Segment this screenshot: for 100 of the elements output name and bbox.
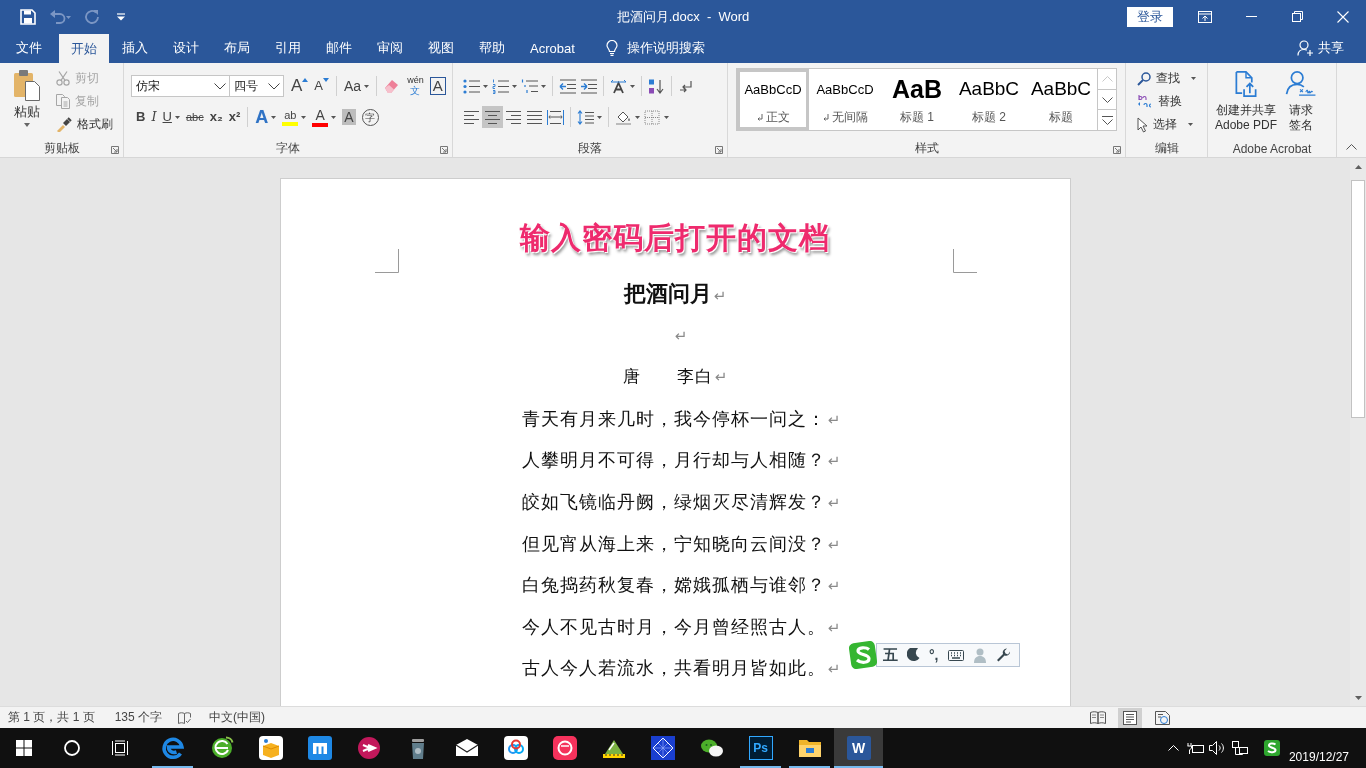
superscript-button[interactable]: x² [225,106,244,128]
taskbar-app-button[interactable]: W [834,728,883,768]
paragraph-mark: ↵ [827,660,841,679]
group-label: 剪贴板 [43,140,80,157]
caret-icon [1188,123,1193,126]
change-case-button[interactable]: Aa [341,75,373,97]
dialog-launcher-button[interactable] [1112,145,1122,155]
underline-button[interactable]: U [159,106,183,128]
font-name-field[interactable]: 仿宋 [131,75,230,97]
ime-logo-icon[interactable] [849,641,877,669]
camera-tile-icon [552,736,577,760]
ribbon-tab[interactable]: 帮助 [467,33,517,63]
paste-button[interactable]: 粘贴 [4,63,50,133]
request-signature-button[interactable]: 请求 签名 [1282,63,1321,133]
corner-mark [952,249,977,273]
app-logo-tile: Ps [748,736,773,760]
paragraph-mark: ↵ [827,452,841,471]
ribbon-tab[interactable]: 引用 [263,33,313,63]
select-button[interactable]: 选择 [1134,113,1199,136]
paragraph-mark: ↵ [827,577,841,596]
strikethrough-button[interactable]: abc [182,106,207,128]
character-shading-button[interactable]: A [339,106,359,128]
wrench-icon[interactable] [995,647,1011,663]
scrollbar-thumb[interactable] [1351,180,1365,418]
caret-icon [630,84,635,88]
caret-down-icon [1354,695,1362,700]
clock-date[interactable]: 2019/12/27 [1288,750,1349,764]
body-style-item[interactable]: AaBbCcD 正文 [737,69,809,130]
format-painter-button[interactable]: 格式刷 [53,113,116,136]
dialog-launcher-button[interactable] [110,145,120,155]
restore-icon [1291,11,1303,22]
chevron-up-icon [1346,144,1357,150]
share-button[interactable]: 共享 [1297,33,1344,63]
ribbon-tab[interactable]: 布局 [212,33,262,63]
ribbon-tab[interactable]: Acrobat [518,33,587,63]
battery-plug-icon [1186,741,1205,755]
ribbon-tab[interactable]: 审阅 [365,33,415,63]
launcher-icon [1113,146,1121,154]
keyboard-icon[interactable] [947,649,964,661]
text-effects-button[interactable]: A [252,106,280,128]
ribbon-tab[interactable]: 插入 [110,33,160,63]
proofing-button[interactable] [178,711,192,724]
chevron-up-icon [1168,745,1180,751]
bold-button[interactable]: B [133,106,149,128]
ribbon-tab[interactable]: 文件 [0,33,58,63]
punctuation-toggle[interactable]: °, [929,647,939,663]
poem-line: 今人不见古时月，今月曾经照古人。 [521,615,826,637]
person-add-icon [1297,40,1313,56]
shrink-font-button[interactable]: A [311,75,332,97]
replace-button[interactable]: 替换 [1134,90,1199,113]
font-size-field[interactable]: 四号 [229,75,284,97]
dialog-launcher-button[interactable] [439,145,449,155]
subscript-button[interactable]: x₂ [206,106,226,128]
distribute-icon [547,109,564,125]
box-icon [258,736,283,760]
font-color-button[interactable]: A [309,106,340,128]
italic-button[interactable]: I [148,106,160,128]
multilevel-list-icon [521,78,538,94]
align-center-button[interactable] [482,106,503,128]
running-indicator [834,766,883,768]
print-layout-button[interactable] [1118,707,1142,728]
borders-icon [644,109,661,125]
windows-logo-icon [16,740,32,756]
grow-font-button[interactable]: A [288,75,312,97]
document-title: 把酒问月 [623,281,712,306]
launcher-icon [111,146,119,154]
redo-icon [84,8,100,25]
page-count[interactable]: 第 1 页，共 1 页 [8,709,95,726]
customize-caret-icon [116,12,126,21]
heading-1-style-item[interactable]: AaB 标题 1 [881,69,953,130]
moon-icon[interactable] [907,648,920,662]
paragraph-mark-icon [756,114,763,121]
heading-2-style-item[interactable]: AaBbC 标题 2 [953,69,1025,130]
language-indicator[interactable]: 中文(中国) [209,709,266,726]
scissors-icon [56,71,70,86]
sign-in-button[interactable]: 登录 [1127,6,1173,27]
create-pdf-button[interactable]: 创建并共享 Adobe PDF [1212,63,1281,133]
tell-me-search[interactable]: 操作说明搜索 [605,33,705,63]
ribbon-tab[interactable]: 设计 [161,33,211,63]
ribbon-tab[interactable]: 视图 [416,33,466,63]
ribbon-tab[interactable]: 邮件 [314,33,364,63]
taskbar-app-button[interactable]: Ps [736,728,785,768]
more-caret-icon [1101,115,1113,125]
launcher-icon [715,146,723,154]
dialog-launcher-button[interactable] [714,145,724,155]
save-icon [20,8,36,25]
no-spacing-style-item[interactable]: AaBbCcD 无间隔 [809,69,881,130]
phonetic-guide-button[interactable]: wén 文 [404,75,427,97]
page-icon [1123,710,1137,725]
highlight-button[interactable]: ab [279,106,310,128]
launcher-icon [440,146,448,154]
ribbon-tab[interactable]: 开始 [59,34,109,63]
caret-icon [541,84,546,88]
title-style-item[interactable]: AaBbC 标题 [1025,69,1097,130]
input-mode-toggle[interactable]: 五 [883,645,898,665]
poem-line: 古人今人若流水，共看明月皆如此。 [521,657,826,679]
caret-icon [331,115,337,119]
collapse-ribbon-button[interactable] [1344,142,1359,152]
word-count[interactable]: 135 个字 [114,709,163,726]
find-button[interactable]: 查找 [1134,67,1199,90]
